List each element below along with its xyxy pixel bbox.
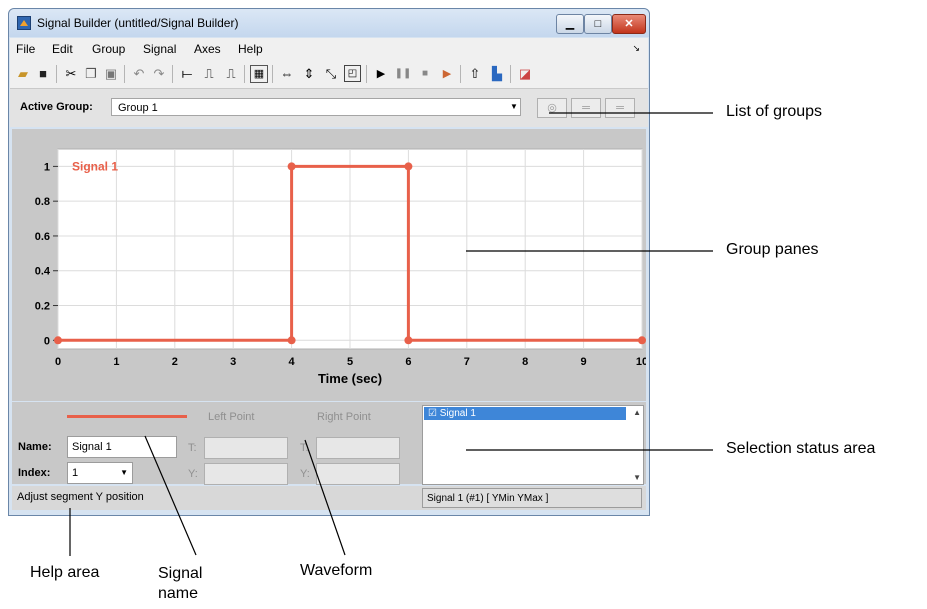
callout-list-of-groups: List of groups <box>726 103 823 120</box>
callout-line-waveform <box>304 439 346 556</box>
callout-lines <box>69 112 713 556</box>
callout-line-signal-name <box>144 435 197 556</box>
callout-selection-status-area: Selection status area <box>726 440 876 457</box>
callout-group-panes: Group panes <box>726 241 819 258</box>
callout-waveform: Waveform <box>300 562 373 579</box>
callout-help-area: Help area <box>30 564 100 581</box>
callout-signal-name: Signal name <box>158 565 203 602</box>
